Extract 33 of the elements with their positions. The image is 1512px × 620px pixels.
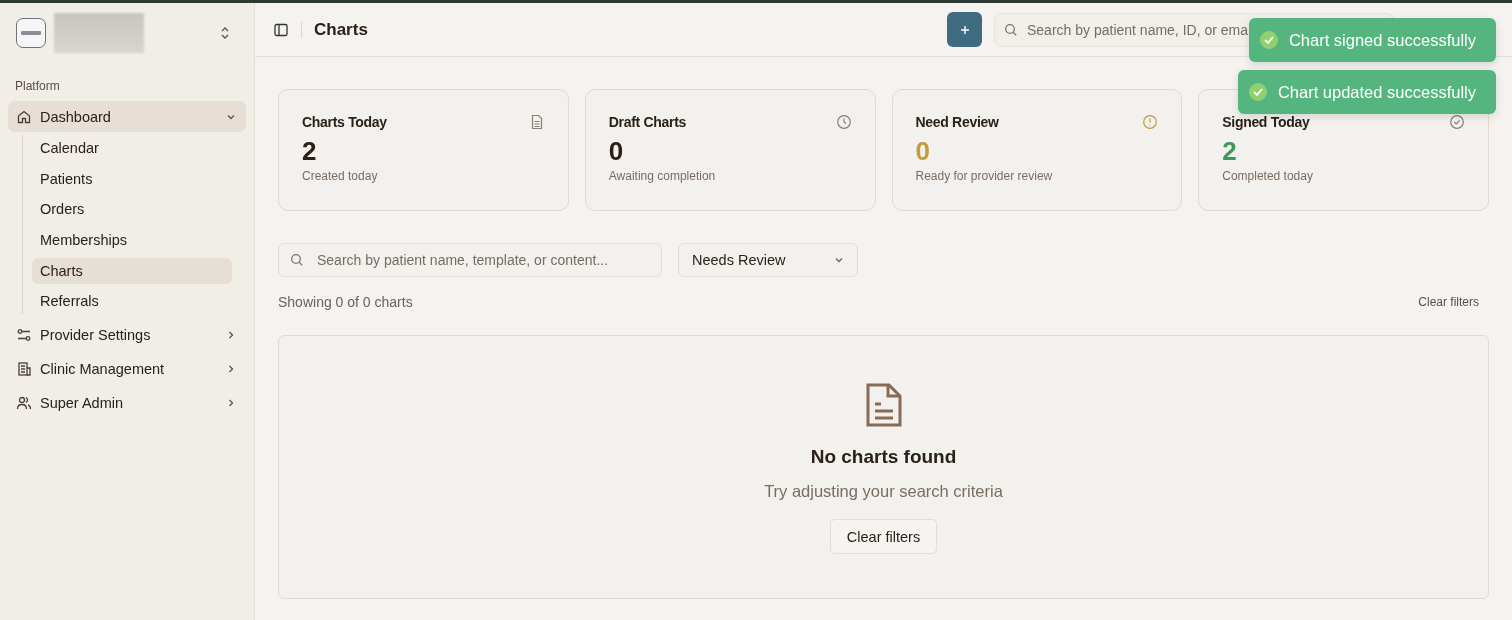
nav-subitem[interactable]: Patients <box>32 165 232 192</box>
stat-caption: Ready for provider review <box>915 169 1054 183</box>
clear-filters-button[interactable]: Clear filters <box>829 519 938 554</box>
success-toast: Chart updated successfully <box>1237 70 1496 114</box>
status-dropdown[interactable]: Needs Review <box>678 243 858 277</box>
stat-value: 2 <box>302 136 318 167</box>
stat-caption: Completed today <box>1222 169 1314 183</box>
stat-title: Need Review <box>915 114 999 130</box>
section-label: Platform <box>14 78 61 95</box>
stat-caption: Created today <box>302 169 379 183</box>
stat-caption: Awaiting completion <box>608 169 717 183</box>
stat-title: Draft Charts <box>608 114 687 130</box>
page-title: Charts <box>314 19 368 40</box>
stat-value: 0 <box>608 136 625 167</box>
stat-value: 2 <box>1222 136 1238 167</box>
nav-subitem[interactable]: Calendar <box>32 135 232 161</box>
result-count: Showing 0 of 0 charts <box>278 294 413 310</box>
nav-item[interactable]: Clinic Management <box>8 353 246 385</box>
nav-item[interactable]: Provider Settings <box>8 319 246 351</box>
stat-title: Signed Today <box>1222 114 1310 130</box>
nav-subitem[interactable]: Charts <box>32 257 232 284</box>
stat-value: 0 <box>915 136 931 167</box>
clear-filters-button[interactable]: Clear filters <box>1408 291 1489 313</box>
stat-title: Charts Today <box>302 114 387 130</box>
empty-message: Try adjusting your search criteria <box>764 482 1003 501</box>
empty-title: No charts found <box>810 446 957 468</box>
nav-item[interactable]: Super Admin <box>8 387 246 419</box>
nav-subitem[interactable]: Memberships <box>32 227 232 254</box>
success-toast: Chart signed successfully <box>1248 18 1496 62</box>
nav-subitem[interactable]: Orders <box>32 196 232 223</box>
nav-subitem[interactable]: Referrals <box>32 288 232 315</box>
nav-item[interactable]: Dashboard <box>8 101 246 132</box>
search-field[interactable]: Search by patient name, template, or content... <box>278 243 662 277</box>
